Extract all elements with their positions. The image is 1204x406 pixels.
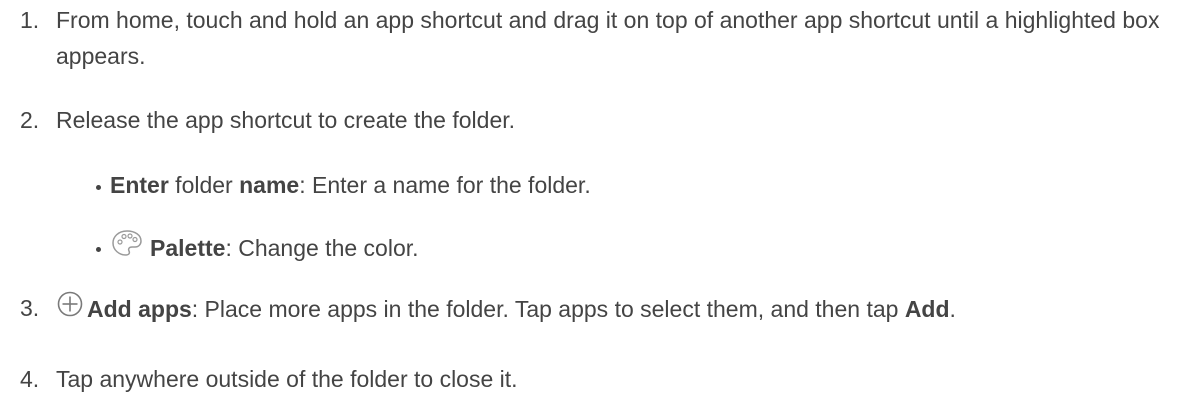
step-2: 2. Release the app shortcut to create th… (0, 102, 1196, 138)
step-number: 1. (20, 7, 40, 33)
step-number: 4. (20, 366, 40, 392)
bullet-text: Palette: Change the color. (150, 231, 419, 265)
bullet-rest: : Enter a name for the folder. (299, 172, 591, 198)
add-circle-icon (56, 290, 84, 328)
step-end: . (949, 296, 956, 322)
step-3-content: Add apps: Place more apps in the folder.… (87, 291, 956, 327)
bullet-rest: : Change the color. (225, 234, 419, 261)
bullet-dot (96, 184, 101, 190)
palette-icon (110, 228, 144, 267)
bullet-bold-palette: Palette (150, 234, 226, 261)
bullet-palette: Palette: Change the color. (96, 228, 419, 267)
step-1: 1. From home, touch and hold an app shor… (0, 2, 1196, 74)
step-text: Release the app shortcut to create the f… (56, 107, 516, 133)
step-rest: : Place more apps in the folder. Tap app… (191, 296, 905, 322)
step-4: 4. Tap anywhere outside of the folder to… (0, 361, 1196, 397)
step-number: 2. (20, 107, 40, 133)
bullet-enter-folder-name: Enter folder name: Enter a name for the … (96, 168, 591, 202)
bullet-plain: folder (168, 172, 240, 198)
step-number: 3. (20, 295, 40, 321)
step-text: From home, touch and hold an app shortcu… (56, 7, 1160, 69)
bullet-text: Enter folder name: Enter a name for the … (110, 168, 591, 202)
step-text: Add apps: Place more apps in the folder.… (56, 290, 1196, 328)
step-bold-add: Add (904, 296, 950, 322)
bullet-bold-name: name (239, 172, 300, 198)
bullet-dot (96, 247, 101, 252)
step-text: Tap anywhere outside of the folder to cl… (56, 366, 518, 392)
bullet-bold-enter: Enter (110, 172, 169, 198)
step-3: 3. Add apps: Place more apps in the fold… (0, 290, 1196, 328)
step-bold-add-apps: Add apps (87, 296, 192, 322)
